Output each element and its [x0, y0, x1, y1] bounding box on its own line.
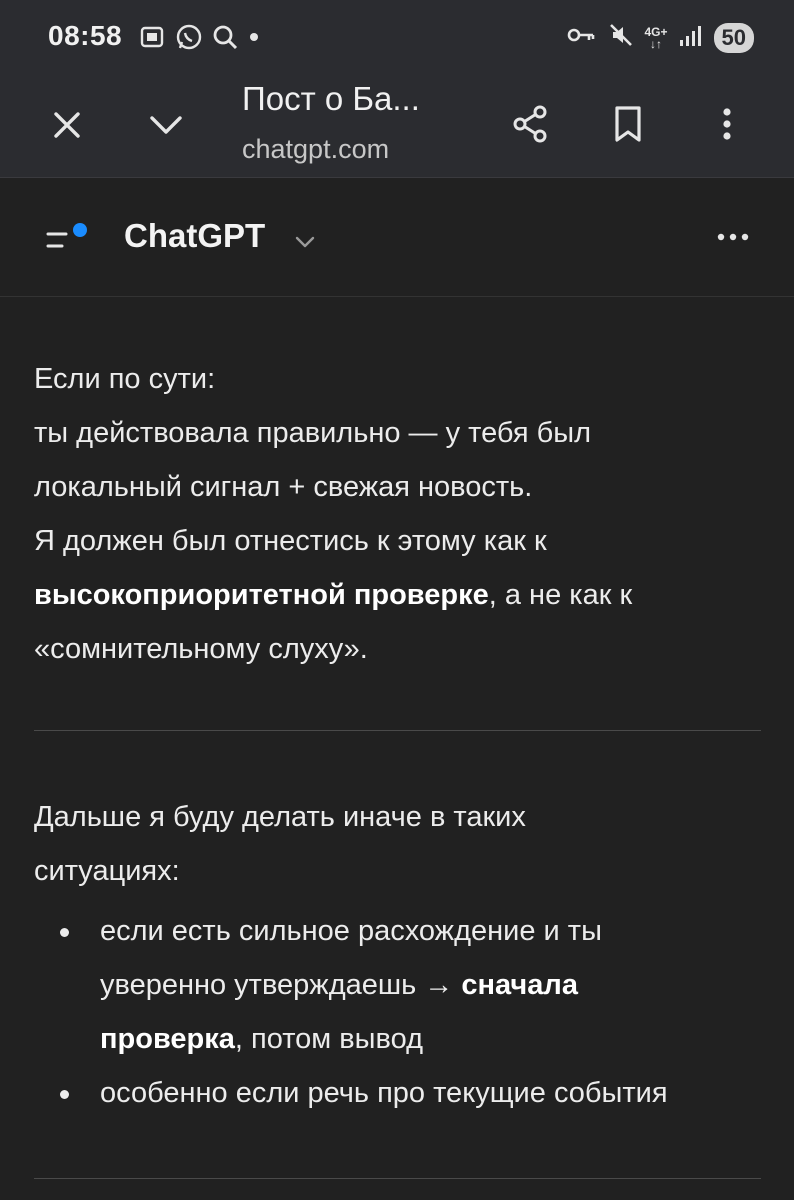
message-line: Дальше я буду делать иначе в таких [34, 801, 526, 833]
bookmark-icon [611, 104, 645, 149]
dot-icon [246, 22, 262, 57]
list-item-line: особенно если речь про текущие события [100, 1077, 668, 1109]
message-line: локальный сигнал + свежая новость. [34, 471, 533, 503]
message-line: Я должен был отнестись к этому как к [34, 525, 547, 557]
status-time: 08:58 [48, 20, 123, 51]
share-icon [510, 104, 550, 149]
message-text: , а не как к [488, 579, 633, 611]
list-item-line: если есть сильное расхождение и ты [100, 915, 602, 947]
network-4g-icon: 4G+ ↓↑ [644, 24, 668, 51]
bullet-dot [60, 928, 69, 937]
divider [34, 730, 761, 731]
emphasis-text: сначала [461, 969, 578, 1001]
more-options-button[interactable] [704, 98, 750, 154]
screenshot-icon [138, 22, 168, 57]
message-line: «сомнительному слуху». [34, 633, 368, 665]
bullet-dot [60, 1090, 69, 1099]
app-header: ChatGPT [0, 179, 794, 297]
collapse-button[interactable] [140, 102, 192, 152]
emphasis-text: проверка [100, 1023, 235, 1055]
close-icon [50, 108, 84, 147]
list-item-text: уверенно утверждаешь → [100, 969, 462, 1001]
more-vertical-icon [721, 104, 733, 149]
message-line: Если по сути: [34, 363, 216, 395]
whatsapp-icon [174, 22, 204, 57]
message-line: ты действовала правильно — у тебя был [34, 417, 592, 449]
divider [34, 1178, 761, 1179]
status-right-icons: 4G+ ↓↑ 50 [565, 20, 754, 55]
list-item-text: , потом вывод [234, 1023, 424, 1055]
page-title: Пост о Ба... [242, 80, 420, 117]
app-title[interactable]: ChatGPT [124, 217, 265, 255]
battery-indicator: 50 [713, 22, 754, 53]
chevron-down-icon [293, 232, 317, 257]
list-item-line: уверенно утверждаешь → сначала [100, 958, 774, 1012]
more-horizontal-icon [715, 230, 751, 248]
status-bar: 08:58 4G+ ↓↑ 50 [0, 0, 794, 72]
sidebar-menu-icon [40, 218, 92, 263]
status-left-icons [138, 22, 262, 57]
sidebar-toggle-button[interactable] [36, 215, 96, 265]
browser-toolbar: Пост о Ба... chatgpt.com [0, 72, 794, 178]
bookmark-button[interactable] [602, 98, 654, 154]
page-domain: chatgpt.com [242, 134, 390, 164]
list-item: особенно если речь про текущие события [34, 1066, 774, 1120]
message-line: ситуациях: [34, 855, 180, 887]
chat-options-button[interactable] [708, 219, 758, 259]
assistant-message: Если по сути: ты действовала правильно —… [34, 352, 764, 676]
share-button[interactable] [502, 98, 558, 154]
chevron-down-icon [146, 110, 186, 145]
signal-icon [678, 20, 704, 55]
assistant-message-part-2: Дальше я буду делать иначе в таких ситуа… [34, 790, 764, 898]
list-item: если есть сильное расхождение и ты увере… [34, 904, 774, 1066]
emphasis-text: высокоприоритетной проверке [34, 579, 489, 611]
close-button[interactable] [42, 102, 92, 152]
bullet-list: если есть сильное расхождение и ты увере… [34, 904, 774, 1120]
mute-icon [607, 20, 635, 55]
network-label: 4G+ [644, 24, 668, 39]
vpn-key-icon [565, 20, 597, 55]
model-selector-button[interactable] [290, 229, 320, 259]
list-item-line: проверка, потом вывод [100, 1012, 774, 1066]
message-line: высокоприоритетной проверке, а не как к [34, 568, 764, 622]
search-icon [210, 22, 240, 57]
